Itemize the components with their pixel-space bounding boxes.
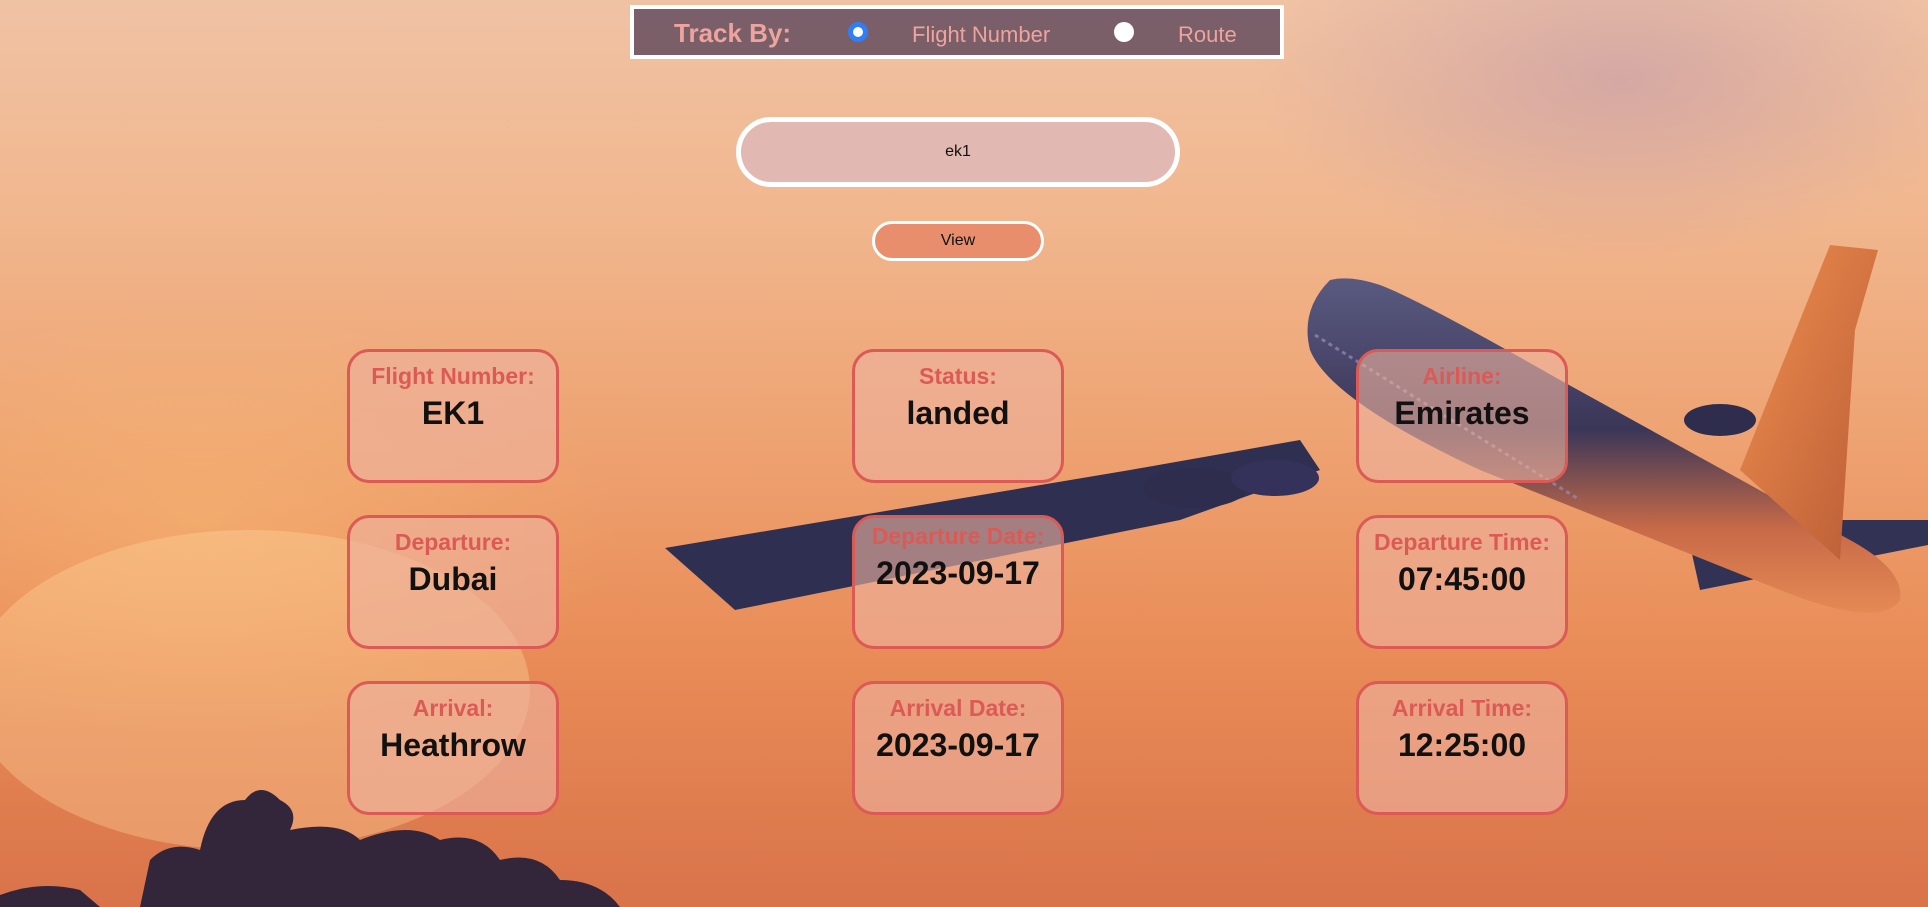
card-label: Arrival Time: bbox=[1391, 695, 1533, 721]
card-value: 12:25:00 bbox=[1397, 727, 1527, 763]
departure-date-card: Departure Date: 2023-09-17 bbox=[852, 515, 1064, 649]
card-value: Heathrow bbox=[380, 727, 526, 763]
card-label: Status: bbox=[919, 363, 997, 389]
route-radio[interactable] bbox=[1114, 22, 1134, 42]
flight-number-radio-label[interactable]: Flight Number bbox=[912, 22, 1050, 48]
card-label: Departure: bbox=[394, 529, 512, 555]
arrival-time-card: Arrival Time: 12:25:00 bbox=[1356, 681, 1568, 815]
card-label: Departure Time: bbox=[1374, 529, 1550, 555]
flight-search-input[interactable] bbox=[741, 122, 1175, 182]
departure-card: Departure: Dubai bbox=[347, 515, 559, 649]
card-value: Emirates bbox=[1394, 395, 1530, 431]
view-button[interactable]: View bbox=[872, 221, 1044, 261]
card-label: Airline: bbox=[1422, 363, 1502, 389]
arrival-date-card: Arrival Date: 2023-09-17 bbox=[852, 681, 1064, 815]
card-value: 2023-09-17 bbox=[876, 555, 1040, 591]
track-by-bar: Track By: Flight Number Route bbox=[630, 5, 1284, 59]
card-value: 2023-09-17 bbox=[876, 727, 1040, 763]
card-value: EK1 bbox=[421, 395, 485, 431]
airline-card: Airline: Emirates bbox=[1356, 349, 1568, 483]
card-label: Flight Number: bbox=[371, 363, 535, 389]
flight-search-field bbox=[736, 117, 1180, 187]
route-radio-label[interactable]: Route bbox=[1178, 22, 1237, 48]
card-label: Arrival: bbox=[412, 695, 494, 721]
card-value: 07:45:00 bbox=[1397, 561, 1527, 597]
flight-number-radio[interactable] bbox=[848, 22, 868, 42]
status-card: Status: landed bbox=[852, 349, 1064, 483]
card-label: Departure Date: bbox=[871, 523, 1045, 549]
card-value: Dubai bbox=[408, 561, 498, 597]
card-label: Arrival Date: bbox=[889, 695, 1027, 721]
track-by-title: Track By: bbox=[674, 18, 792, 48]
card-value: landed bbox=[906, 395, 1010, 431]
departure-time-card: Departure Time: 07:45:00 bbox=[1356, 515, 1568, 649]
flight-number-card: Flight Number: EK1 bbox=[347, 349, 559, 483]
arrival-card: Arrival: Heathrow bbox=[347, 681, 559, 815]
